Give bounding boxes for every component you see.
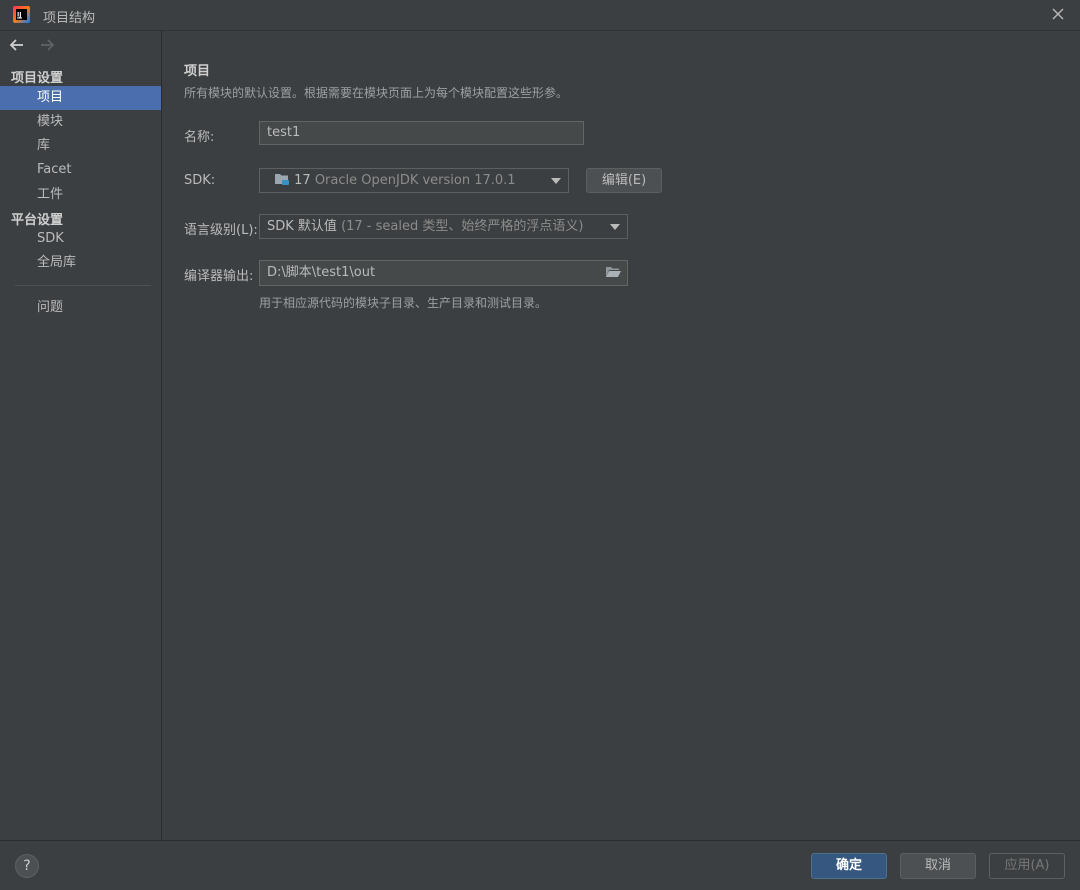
sidebar-item-project[interactable]: 项目 <box>0 86 161 110</box>
sidebar-item-libraries[interactable]: 库 <box>0 134 161 158</box>
cancel-button[interactable]: 取消 <box>900 853 976 879</box>
section-header-project-settings: 项目设置 <box>11 71 64 86</box>
language-level-label: 语言级别(L): <box>184 223 258 238</box>
sdk-label: SDK: <box>184 173 216 188</box>
sdk-version-number: 17 <box>294 173 311 188</box>
dropdown-arrow-icon <box>610 224 620 230</box>
compiler-output-value: D:\脚本\test1\out <box>267 265 376 280</box>
edit-sdk-button[interactable]: 编辑(E) <box>586 168 662 193</box>
app-logo-icon: IJ <box>13 6 30 23</box>
sidebar: 项目设置 项目 模块 库 Facet 工件 平台设置 SDK 全局库 问题 <box>0 31 162 840</box>
sidebar-item-facets[interactable]: Facet <box>0 158 161 182</box>
forward-arrow-icon[interactable] <box>38 37 56 53</box>
ok-button[interactable]: 确定 <box>811 853 887 879</box>
dialog-footer: ? 确定 取消 应用(A) <box>0 840 1080 890</box>
compiler-output-hint: 用于相应源代码的模块子目录、生产目录和测试目录。 <box>259 296 548 310</box>
browse-folder-icon[interactable] <box>605 265 622 279</box>
page-description: 所有模块的默认设置。根据需要在模块页面上为每个模块配置这些形参。 <box>184 86 569 100</box>
sdk-version-detail: Oracle OpenJDK version 17.0.1 <box>314 173 516 188</box>
project-settings-panel: 项目 所有模块的默认设置。根据需要在模块页面上为每个模块配置这些形参。 名称: … <box>162 31 1080 840</box>
help-icon[interactable]: ? <box>15 854 39 878</box>
language-level-value: SDK 默认值 <box>267 219 337 234</box>
name-input[interactable]: test1 <box>259 121 584 145</box>
sidebar-item-artifacts[interactable]: 工件 <box>0 183 161 207</box>
sidebar-divider <box>15 285 151 286</box>
svg-text:IJ: IJ <box>17 12 21 19</box>
sidebar-item-problems[interactable]: 问题 <box>0 296 161 320</box>
section-header-platform-settings: 平台设置 <box>11 213 64 228</box>
language-level-detail: (17 - sealed 类型、始终严格的浮点语义) <box>341 219 584 234</box>
compiler-output-label: 编译器输出: <box>184 269 254 284</box>
window-title: 项目结构 <box>43 11 96 26</box>
apply-button[interactable]: 应用(A) <box>989 853 1065 879</box>
project-structure-dialog: IJ 项目结构 项目设置 项目 模块 库 Facet 工件 平台设置 SDK 全… <box>0 0 1080 890</box>
sdk-dropdown[interactable]: 17 Oracle OpenJDK version 17.0.1 <box>259 168 569 193</box>
sidebar-item-modules[interactable]: 模块 <box>0 110 161 134</box>
dropdown-arrow-icon <box>551 178 561 184</box>
sidebar-item-global-libraries[interactable]: 全局库 <box>0 251 161 275</box>
sdk-folder-icon <box>275 174 289 185</box>
close-icon[interactable] <box>1050 6 1066 22</box>
sidebar-item-sdks[interactable]: SDK <box>0 227 161 251</box>
back-arrow-icon[interactable] <box>8 37 26 53</box>
compiler-output-input[interactable]: D:\脚本\test1\out <box>259 260 628 286</box>
nav-arrows <box>8 37 64 55</box>
page-title: 项目 <box>184 64 211 79</box>
name-label: 名称: <box>184 130 215 145</box>
title-bar: IJ 项目结构 <box>0 0 1080 31</box>
language-level-dropdown[interactable]: SDK 默认值 (17 - sealed 类型、始终严格的浮点语义) <box>259 214 628 239</box>
